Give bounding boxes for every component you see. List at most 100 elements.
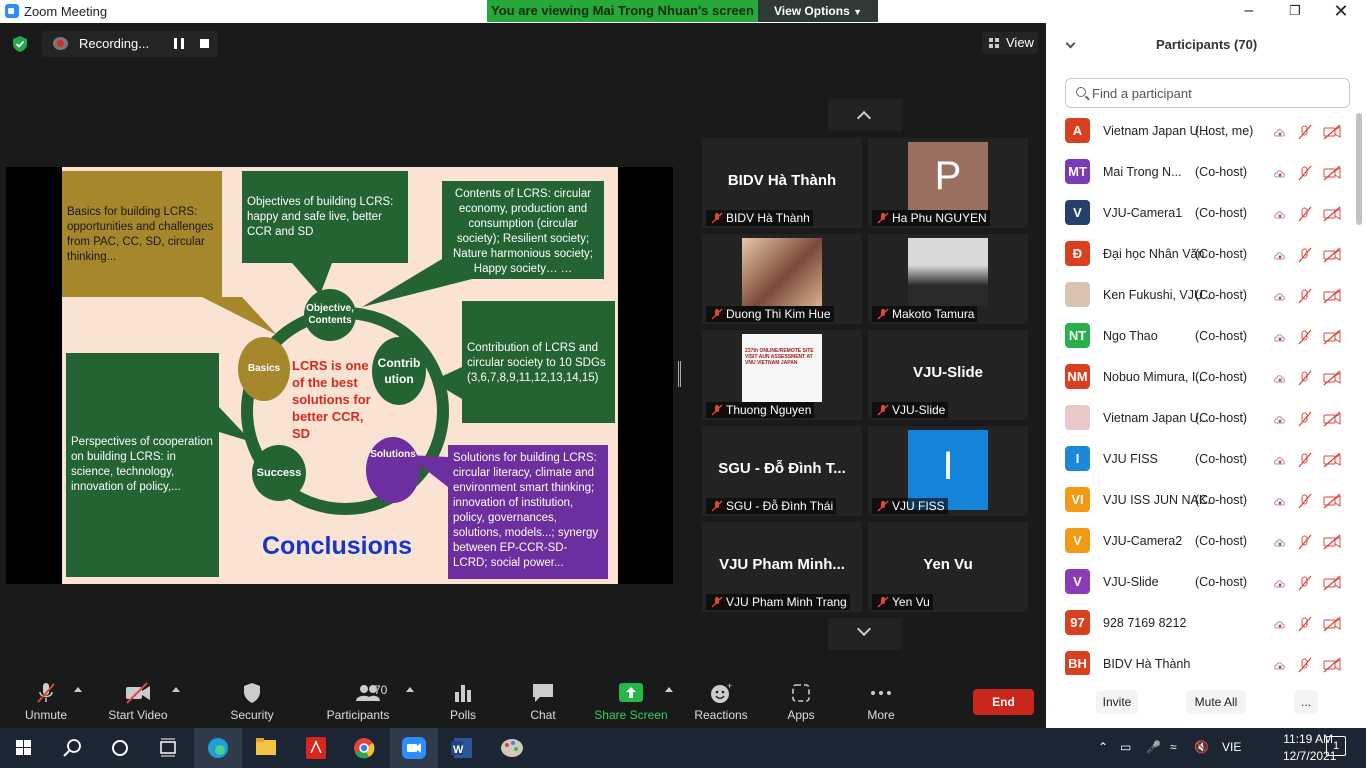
invite-button[interactable]: Invite	[1096, 690, 1138, 714]
participant-status-icons[interactable]	[1274, 493, 1344, 509]
participant-row[interactable]: Vietnam Japan U... (Co-host)	[1046, 398, 1356, 439]
pause-recording-icon[interactable]	[174, 38, 184, 49]
cortana-icon[interactable]	[96, 728, 144, 768]
participants-options-icon[interactable]	[406, 687, 414, 692]
maximize-button[interactable]: ❐	[1272, 0, 1318, 23]
minimize-button[interactable]: –	[1226, 0, 1272, 23]
word-icon[interactable]: W	[438, 728, 486, 768]
participant-status-icons[interactable]	[1274, 165, 1344, 181]
participant-row[interactable]: MT Mai Trong N... (Co-host)	[1046, 152, 1356, 193]
tile-label: Yen Vu	[892, 595, 930, 609]
video-tile[interactable]: SGU - Đỗ Đình T... SGU - Đỗ Đình Thái	[702, 426, 862, 516]
notification-center-icon[interactable]: 1	[1326, 736, 1346, 756]
participant-status-icons[interactable]	[1274, 206, 1344, 222]
tile-name: Yen Vu	[923, 556, 973, 573]
participant-row[interactable]: VI VJU ISS JUN NAK... (Co-host)	[1046, 480, 1356, 521]
share-options-icon[interactable]	[665, 687, 673, 692]
edge-icon[interactable]	[194, 728, 242, 768]
participants-button[interactable]: 70 Participants	[322, 678, 394, 728]
participant-status-icons[interactable]	[1274, 288, 1344, 304]
end-meeting-button[interactable]: End	[973, 689, 1034, 715]
participant-row[interactable]: V VJU-Camera2 (Co-host)	[1046, 521, 1356, 562]
more-options-button[interactable]: ...	[1294, 690, 1318, 714]
resize-handle[interactable]	[678, 361, 681, 387]
participant-role: (Co-host)	[1195, 534, 1248, 548]
video-tile[interactable]: VJU-Slide VJU-Slide	[868, 330, 1028, 420]
zoom-window: Zoom Meeting You are viewing Mai Trong N…	[0, 0, 1366, 768]
reactions-button[interactable]: + Reactions	[692, 678, 750, 728]
participant-status-icons[interactable]	[1274, 247, 1344, 263]
stop-recording-icon[interactable]	[200, 39, 209, 48]
participant-row[interactable]: BH BIDV Hà Thành	[1046, 644, 1356, 675]
participant-row[interactable]: V VJU-Camera1 (Co-host)	[1046, 193, 1356, 234]
audio-options-icon[interactable]	[74, 687, 82, 692]
participant-row[interactable]: I VJU FISS (Co-host)	[1046, 439, 1356, 480]
network-icon[interactable]: ≈	[1170, 740, 1177, 754]
task-view-icon[interactable]	[144, 728, 192, 768]
unmute-button[interactable]: Unmute	[16, 678, 76, 728]
participant-status-icons[interactable]	[1274, 575, 1344, 591]
scroll-down-button[interactable]	[828, 618, 902, 650]
video-tile[interactable]: BIDV Hà Thành BIDV Hà Thành	[702, 138, 862, 228]
zoom-app-icon[interactable]	[390, 728, 438, 768]
recording-cloud-icon	[1274, 252, 1285, 260]
participant-status-icons[interactable]	[1274, 124, 1344, 140]
recording-indicator: Recording...	[42, 31, 218, 57]
participant-status-icons[interactable]	[1274, 534, 1344, 550]
participant-role: (Co-host)	[1195, 411, 1248, 425]
participants-scrollbar[interactable]	[1356, 113, 1362, 225]
video-tile[interactable]: Duong Thi Kim Hue	[702, 234, 862, 324]
more-button[interactable]: More	[858, 678, 904, 728]
view-options-button[interactable]: View Options ▼	[758, 0, 878, 22]
participant-row[interactable]: 97 928 7169 8212	[1046, 603, 1356, 644]
participant-row[interactable]: NT Ngo Thao (Co-host)	[1046, 316, 1356, 357]
paint-icon[interactable]	[488, 728, 536, 768]
participant-row[interactable]: A Vietnam Japan U... (Host, me)	[1046, 111, 1356, 152]
file-explorer-icon[interactable]	[242, 728, 290, 768]
microphone-icon[interactable]: 🎤	[1146, 740, 1161, 754]
video-options-icon[interactable]	[172, 687, 180, 692]
video-tile[interactable]: P Ha Phu NGUYEN	[868, 138, 1028, 228]
video-tile[interactable]: Makoto Tamura	[868, 234, 1028, 324]
participant-status-icons[interactable]	[1274, 329, 1344, 345]
video-tile[interactable]: I VJU FISS	[868, 426, 1028, 516]
muted-mic-icon	[877, 596, 889, 608]
basics-box: Basics for building LCRS: opportunities …	[62, 171, 222, 297]
share-screen-button[interactable]: Share Screen	[594, 678, 668, 728]
chevron-down-icon: ▼	[853, 7, 863, 17]
show-hidden-icons[interactable]: ⌃	[1098, 740, 1108, 754]
mute-all-button[interactable]: Mute All	[1186, 690, 1246, 714]
acrobat-icon[interactable]	[292, 728, 340, 768]
polls-button[interactable]: Polls	[440, 678, 486, 728]
scroll-up-button[interactable]	[828, 99, 902, 131]
search-input[interactable]	[1092, 84, 1342, 102]
participant-status-icons[interactable]	[1274, 616, 1344, 632]
participant-row[interactable]: Đ Đại học Nhân Văn (Co-host)	[1046, 234, 1356, 275]
video-tile[interactable]: VJU Pham Minh... VJU Pham Minh Trang	[702, 522, 862, 612]
participant-status-icons[interactable]	[1274, 370, 1344, 386]
volume-icon[interactable]: 🔇	[1194, 740, 1209, 754]
close-button[interactable]: ✕	[1318, 0, 1364, 23]
video-tile[interactable]: Yen Vu Yen Vu	[868, 522, 1028, 612]
participant-search[interactable]	[1065, 78, 1350, 108]
participant-status-icons[interactable]	[1274, 657, 1344, 673]
security-button[interactable]: Security	[224, 678, 280, 728]
view-button[interactable]: View	[982, 32, 1038, 54]
participant-row[interactable]: V VJU-Slide (Co-host)	[1046, 562, 1356, 603]
shield-check-icon[interactable]	[11, 35, 29, 53]
chat-button[interactable]: Chat	[520, 678, 566, 728]
video-off-icon	[1323, 452, 1341, 468]
language-indicator[interactable]: VIE	[1222, 740, 1241, 754]
participant-status-icons[interactable]	[1274, 452, 1344, 468]
participant-row[interactable]: NM Nobuo Mimura, I... (Co-host)	[1046, 357, 1356, 398]
apps-button[interactable]: Apps	[778, 678, 824, 728]
start-video-button[interactable]: Start Video	[104, 678, 172, 728]
battery-icon[interactable]: ▭	[1120, 740, 1131, 754]
chrome-icon[interactable]	[340, 728, 388, 768]
participant-status-icons[interactable]	[1274, 411, 1344, 427]
video-tile[interactable]: 237th ONLINE/REMOTE SITE VISIT AUN ASSES…	[702, 330, 862, 420]
participant-row[interactable]: Ken Fukushi, VJU ... (Co-host)	[1046, 275, 1356, 316]
search-icon[interactable]	[48, 728, 96, 768]
collapse-panel-icon[interactable]	[1065, 38, 1076, 49]
windows-start-icon[interactable]	[0, 728, 48, 768]
